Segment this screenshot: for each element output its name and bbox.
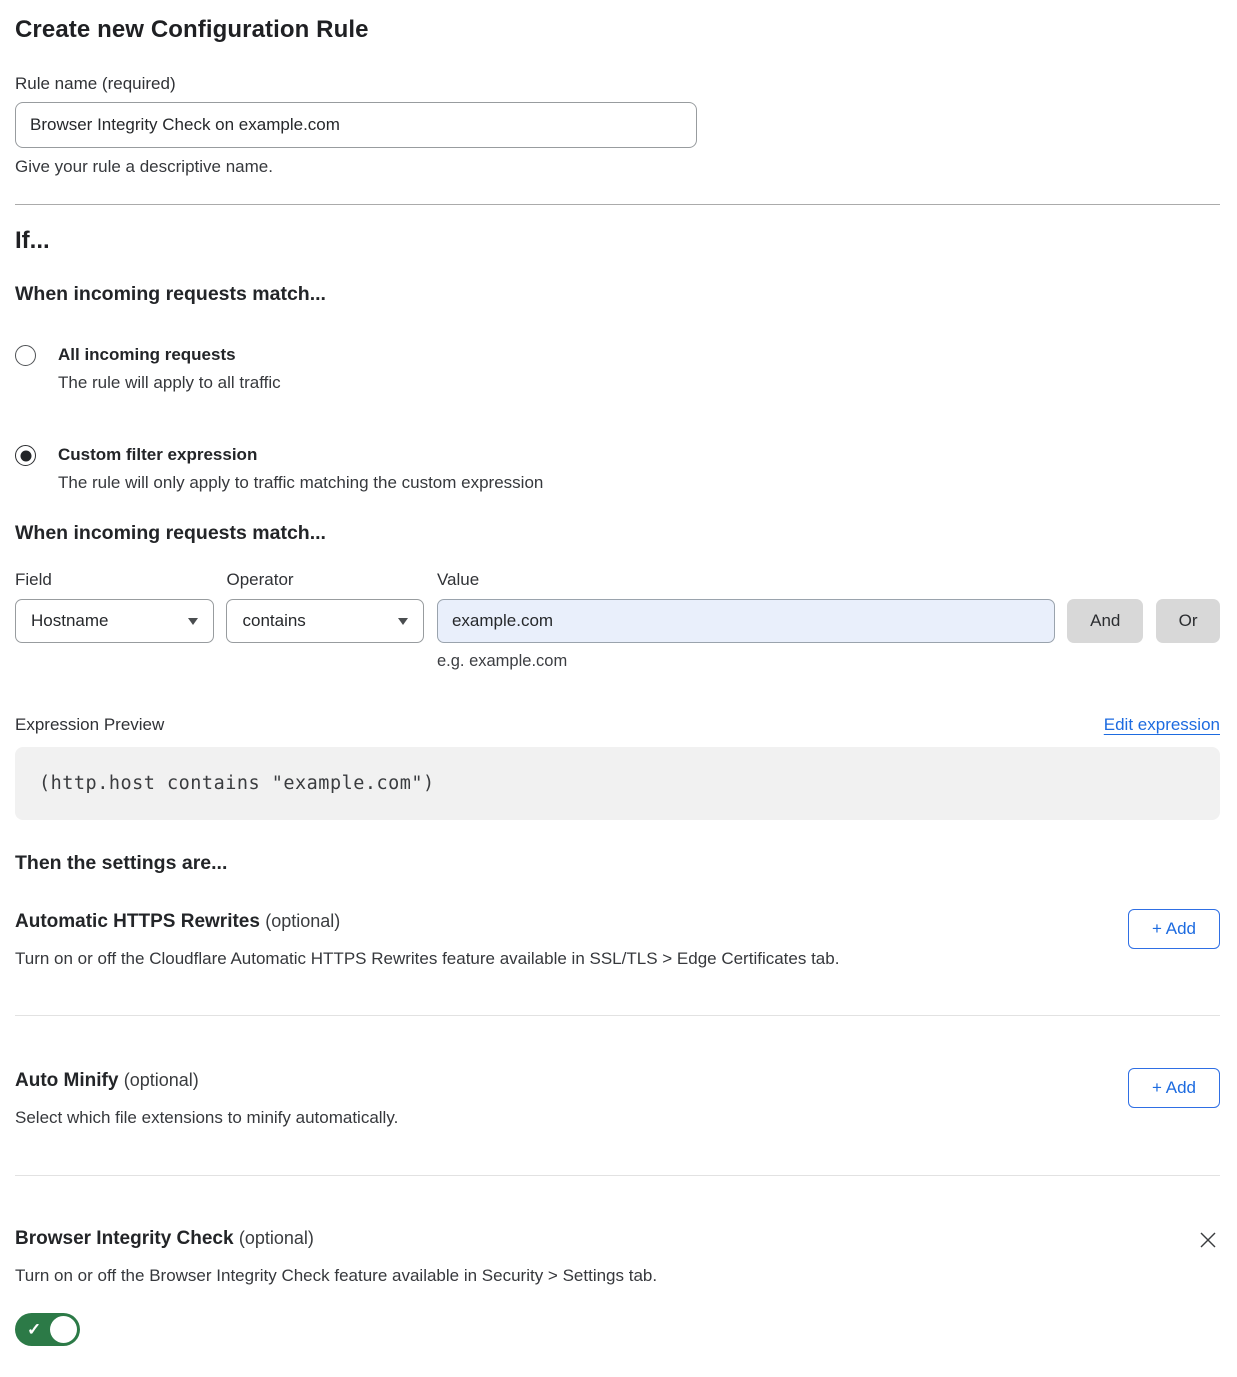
operator-select-value: contains [242, 611, 305, 631]
close-icon [1198, 1230, 1218, 1250]
setting-description: Select which file extensions to minify a… [15, 1107, 398, 1129]
match-heading: When incoming requests match... [15, 283, 1220, 306]
then-heading: Then the settings are... [15, 852, 1220, 875]
setting-divider [15, 1175, 1220, 1176]
edit-expression-link[interactable]: Edit expression [1104, 715, 1220, 735]
add-automatic-https-rewrites-button[interactable]: + Add [1128, 909, 1220, 949]
radio-option-description: The rule will only apply to traffic matc… [58, 472, 543, 494]
setting-divider [15, 1015, 1220, 1016]
page-title: Create new Configuration Rule [15, 16, 1220, 44]
radio-option-description: The rule will apply to all traffic [58, 372, 281, 394]
and-button[interactable]: And [1067, 599, 1143, 643]
field-label: Field [15, 569, 214, 591]
setting-title: Auto Minify (optional) [15, 1068, 398, 1093]
operator-label: Operator [226, 569, 423, 591]
rule-name-input[interactable] [15, 102, 697, 148]
radio-unselected-icon[interactable] [15, 345, 36, 366]
expression-preview-header: Expression Preview Edit expression [15, 715, 1220, 735]
field-select[interactable]: Hostname [15, 599, 214, 643]
setting-browser-integrity-check: Browser Integrity Check (optional) Turn … [15, 1226, 1220, 1351]
if-heading: If... [15, 227, 1220, 255]
value-help: e.g. example.com [437, 652, 1055, 671]
checkmark-icon: ✓ [27, 1320, 41, 1340]
value-input[interactable] [437, 599, 1055, 643]
setting-optional-label: (optional) [124, 1070, 199, 1090]
setting-optional-label: (optional) [265, 911, 340, 931]
radio-option-custom-filter[interactable]: Custom filter expression The rule will o… [15, 444, 1220, 494]
remove-setting-button[interactable] [1196, 1228, 1220, 1252]
setting-description: Turn on or off the Cloudflare Automatic … [15, 948, 839, 970]
section-divider [15, 204, 1220, 205]
setting-automatic-https-rewrites: Automatic HTTPS Rewrites (optional) Turn… [15, 909, 1220, 970]
rule-name-help: Give your rule a descriptive name. [15, 157, 1220, 177]
operator-select[interactable]: contains [226, 599, 423, 643]
radio-option-label: Custom filter expression [58, 444, 543, 466]
builder-heading: When incoming requests match... [15, 522, 1220, 545]
setting-auto-minify: Auto Minify (optional) Select which file… [15, 1068, 1220, 1129]
toggle-knob [50, 1316, 77, 1343]
value-label: Value [437, 569, 1055, 591]
chevron-down-icon [398, 618, 408, 625]
create-configuration-rule-form: Create new Configuration Rule Rule name … [0, 0, 1237, 1371]
radio-option-all-requests[interactable]: All incoming requests The rule will appl… [15, 344, 1220, 394]
expression-preview-code: (http.host contains "example.com") [15, 747, 1220, 820]
expression-builder-row: Field Hostname Operator contains Value e… [15, 569, 1220, 671]
radio-option-label: All incoming requests [58, 344, 281, 366]
rule-name-label: Rule name (required) [15, 74, 1220, 94]
setting-title: Automatic HTTPS Rewrites (optional) [15, 909, 839, 934]
or-button[interactable]: Or [1156, 599, 1220, 643]
setting-optional-label: (optional) [239, 1228, 314, 1248]
field-select-value: Hostname [31, 611, 108, 631]
setting-title: Browser Integrity Check (optional) [15, 1226, 657, 1251]
browser-integrity-check-toggle[interactable]: ✓ [15, 1313, 80, 1346]
expression-preview-label: Expression Preview [15, 715, 164, 735]
radio-selected-icon[interactable] [15, 445, 36, 466]
add-auto-minify-button[interactable]: + Add [1128, 1068, 1220, 1108]
chevron-down-icon [188, 618, 198, 625]
setting-description: Turn on or off the Browser Integrity Che… [15, 1265, 657, 1287]
